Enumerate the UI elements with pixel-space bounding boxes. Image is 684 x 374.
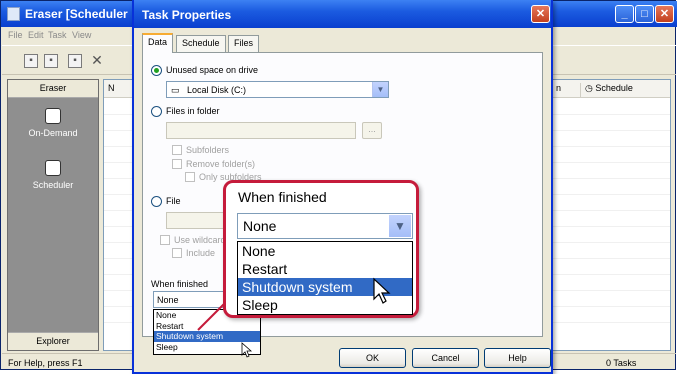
tab-data[interactable]: Data (142, 33, 174, 53)
zoom-option-none[interactable]: None (238, 242, 412, 260)
zoom-callout: When finished None ▼ None Restart Shutdo… (223, 180, 419, 318)
zoom-when-finished-value: None (243, 218, 277, 234)
zoom-when-finished-select[interactable]: None ▼ (237, 213, 413, 239)
zoom-when-finished-label: When finished (238, 189, 327, 205)
zoom-option-restart[interactable]: Restart (238, 260, 412, 278)
zoom-chevron-down-icon[interactable]: ▼ (389, 215, 411, 237)
mouse-cursor-icon (241, 342, 253, 358)
zoom-mouse-cursor-icon (373, 277, 391, 304)
